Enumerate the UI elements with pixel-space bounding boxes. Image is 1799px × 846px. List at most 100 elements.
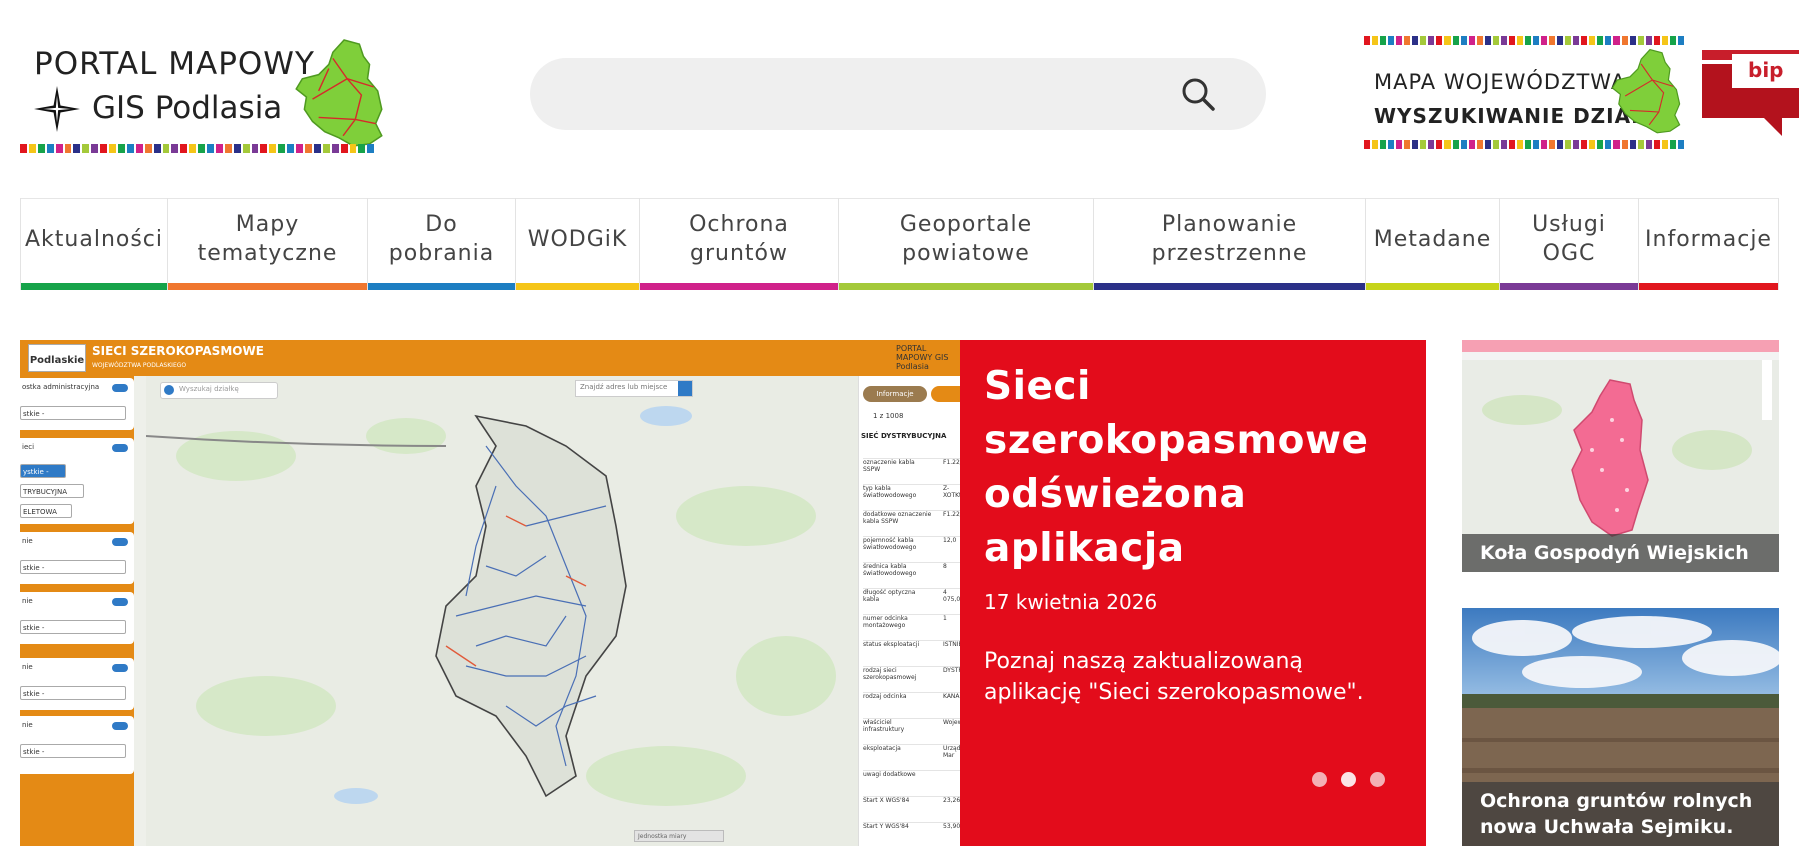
bip-label: bip [1748, 58, 1784, 82]
attribute-row: numer odcinka montażowego 1 [863, 614, 960, 641]
news-slider[interactable]: Podlaskie SIECI SZEROKOPASMOWE WOJEWÓDZT… [20, 340, 1426, 846]
attribute-row: oznaczenie kabla SSPW F1.22/DYF [863, 458, 960, 485]
app-subtitle: WOJEWÓDZTWA PODLASKIEGO [92, 362, 187, 369]
nav-item-do-pobrania[interactable]: Do pobrania [367, 198, 515, 290]
stripe-segment [1468, 36, 1475, 45]
slider-dot[interactable] [1370, 772, 1385, 787]
stripe-segment [1589, 140, 1596, 149]
layer-toggle [112, 664, 128, 672]
layer-group: ostka administracyjna stkie - [20, 378, 134, 430]
slide-text-panel[interactable]: Sieci szerokopasmowe odświeżona aplikacj… [960, 340, 1426, 846]
stripe-segment [1500, 140, 1507, 149]
stripe-segment [46, 144, 54, 153]
section-title: SIEĆ DYSTRYBUCYJNA [861, 432, 947, 440]
stripe-segment [322, 144, 330, 153]
stripe-segment [144, 144, 152, 153]
attribute-row: właściciel infrastruktury Wojewódz [863, 718, 960, 745]
stripe-segment [100, 144, 108, 153]
portal-logo[interactable]: PORTAL MAPOWY GIS Podlasia [20, 38, 383, 154]
nav-item-label: Usługi OGC [1532, 212, 1606, 266]
slider-dot[interactable] [1341, 772, 1356, 787]
stripe-segment [1557, 36, 1564, 45]
layer-group: nie stkie - [20, 716, 134, 774]
stripe-segment [28, 144, 36, 153]
stripe-segment [135, 144, 143, 153]
app-title: SIECI SZEROKOPASMOWE [92, 344, 264, 358]
stripe-segment [305, 144, 312, 153]
region-map-icon [1611, 48, 1681, 134]
attribute-panel: Informacje 1 z 1008 SIEĆ DYSTRYBUCYJNA o… [858, 376, 960, 846]
stripe-segment [1364, 140, 1371, 149]
nav-item-ochrona-gruntów[interactable]: Ochrona gruntów [639, 198, 838, 290]
stripe-segment [358, 144, 366, 153]
compass-icon [34, 86, 80, 132]
layer-label: nie [22, 537, 33, 545]
nav-item-planowanie-przestrzenne[interactable]: Planowanie przestrzenne [1093, 198, 1365, 290]
nav-item-metadane[interactable]: Metadane [1365, 198, 1499, 290]
nav-item-aktualności[interactable]: Aktualności [20, 198, 167, 290]
search-bar[interactable] [530, 58, 1266, 132]
slider-dots [1312, 772, 1385, 787]
stripe-segment [1452, 140, 1459, 149]
stripe-segment [1428, 140, 1435, 149]
attribute-value: 4 075,0 [943, 589, 960, 603]
attribute-key: status eksploatacji [863, 641, 920, 648]
attribute-row: uwagi dodatkowe [863, 770, 960, 797]
search-input[interactable] [558, 58, 1162, 132]
slide-title[interactable]: Sieci szerokopasmowe odświeżona aplikacj… [984, 360, 1404, 576]
nav-item-label: Metadane [1373, 226, 1492, 252]
attribute-row: status eksploatacji ISTNIEJĄC [863, 640, 960, 667]
stripe-segment [109, 144, 116, 153]
stripe-segment [1500, 36, 1507, 45]
slide-image[interactable]: Podlaskie SIECI SZEROKOPASMOWE WOJEWÓDZT… [20, 340, 960, 846]
stripe-segment [1476, 36, 1483, 45]
attribute-key: długość optyczna kabla [863, 589, 916, 603]
attribute-value: Urząd Mar [943, 745, 960, 759]
stripe-segment [1653, 140, 1660, 149]
layer-toggle [112, 384, 128, 392]
layer-group: ieci ystkie - TRYBUCYJNA ELETOWA [20, 438, 134, 524]
stripe-segment [1412, 140, 1419, 149]
nav-color-bar [368, 283, 515, 290]
attribute-key: średnica kabla światłowodowego [863, 563, 917, 577]
nav-item-wodgik[interactable]: WODGiK [515, 198, 639, 290]
nav-color-bar [1639, 283, 1778, 290]
layer-select: stkie - [20, 686, 126, 700]
nav-color-bar [516, 283, 639, 290]
search-icon[interactable] [1180, 76, 1216, 112]
stripe-segment [1372, 36, 1379, 45]
nav-item-label: Planowanie przestrzenne [1151, 212, 1308, 266]
nav-item-label: Ochrona gruntów [689, 212, 789, 266]
news-card-kgw[interactable]: Koła Gospodyń Wiejskich [1462, 340, 1779, 572]
info-tab: Informacje [863, 386, 927, 402]
attribute-key: oznaczenie kabla SSPW [863, 459, 915, 473]
slider-dot[interactable] [1312, 772, 1327, 787]
stripe-segment [1420, 140, 1427, 149]
stripe-segment [224, 144, 232, 153]
stripe-segment [1541, 36, 1548, 45]
bip-logo[interactable]: bip [1702, 50, 1799, 136]
stripe-segment [1597, 36, 1604, 45]
nav-item-mapy-tematyczne[interactable]: Mapy tematyczne [167, 198, 367, 290]
color-stripe [1364, 140, 1686, 149]
news-card-soil[interactable]: Ochrona gruntów rolnych nowa Uchwała Sej… [1462, 608, 1779, 846]
nav-item-usługi-ogc[interactable]: Usługi OGC [1499, 198, 1638, 290]
stripe-segment [1541, 140, 1548, 149]
parcel-search: Wyszukaj działkę [160, 382, 278, 399]
stripe-segment [37, 144, 45, 153]
stripe-segment [1532, 36, 1540, 45]
attribute-key: pojemność kabla światłowodowego [863, 537, 917, 551]
nav-color-bar [1094, 283, 1365, 290]
nav-item-geoportale-powiatowe[interactable]: Geoportale powiatowe [838, 198, 1093, 290]
stripe-segment [1524, 140, 1531, 149]
nav-color-bar [1366, 283, 1499, 290]
map-canvas [146, 376, 860, 846]
attribute-key: uwagi dodatkowe [863, 771, 916, 778]
map-search-logo[interactable]: MAPA WOJEWÓDZTWA WYSZUKIWANIE DZIAŁEK [1364, 36, 1686, 150]
stripe-segment [1468, 140, 1475, 149]
nav-color-bar [839, 283, 1093, 290]
stripe-segment [1460, 140, 1467, 149]
stripe-segment [64, 144, 72, 153]
nav-item-informacje[interactable]: Informacje [1638, 198, 1779, 290]
region-map-icon [295, 39, 383, 147]
